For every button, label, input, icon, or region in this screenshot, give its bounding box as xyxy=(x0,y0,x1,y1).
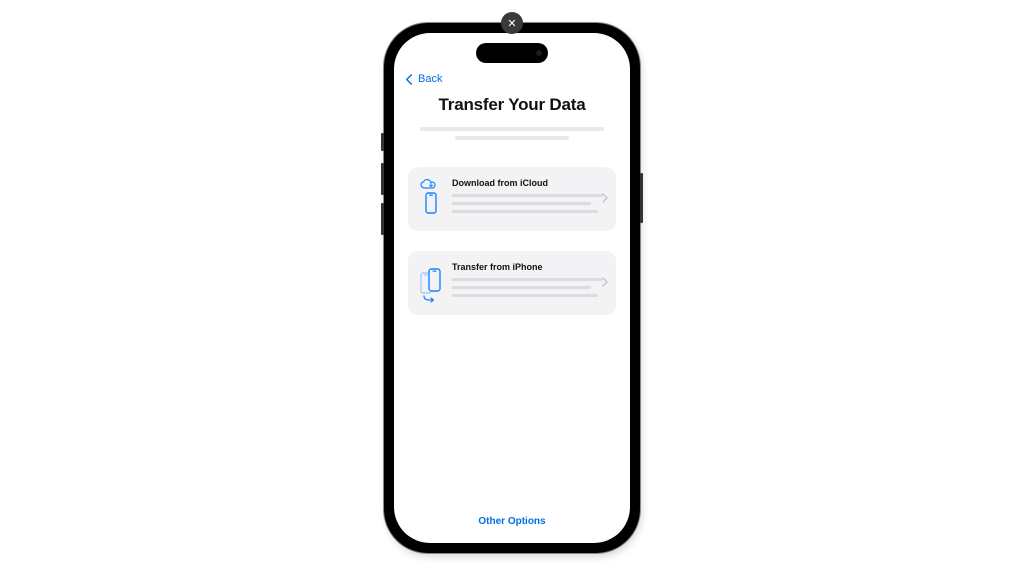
page-title: Transfer Your Data xyxy=(408,95,616,115)
side-button xyxy=(381,133,384,151)
text-placeholder xyxy=(452,286,591,289)
phone-frame: ✕ Back Transfer Your Data xyxy=(384,23,640,553)
chevron-left-icon xyxy=(404,74,415,85)
text-placeholder xyxy=(452,210,598,213)
text-placeholder xyxy=(452,202,591,205)
option-download-icloud[interactable]: Download from iCloud xyxy=(408,167,616,231)
close-button[interactable]: ✕ xyxy=(501,12,523,34)
phone-screen: Back Transfer Your Data xyxy=(394,33,630,543)
back-button[interactable]: Back xyxy=(404,73,616,85)
chevron-right-icon xyxy=(602,190,608,208)
camera-icon xyxy=(536,50,542,56)
option-transfer-iphone[interactable]: Transfer from iPhone xyxy=(408,251,616,315)
other-options-link[interactable]: Other Options xyxy=(408,516,616,543)
text-placeholder xyxy=(452,278,603,281)
option-label: Transfer from iPhone xyxy=(452,262,606,272)
close-icon: ✕ xyxy=(507,17,516,30)
subtitle-placeholder xyxy=(420,127,603,131)
subtitle-placeholder xyxy=(455,136,569,140)
content-area: Back Transfer Your Data xyxy=(394,33,630,543)
side-button xyxy=(381,163,384,195)
options-list: Download from iCloud xyxy=(408,167,616,315)
side-button xyxy=(381,203,384,235)
dynamic-island xyxy=(476,43,548,63)
option-body: Download from iCloud xyxy=(452,177,606,218)
option-body: Transfer from iPhone xyxy=(452,261,606,302)
text-placeholder xyxy=(452,194,603,197)
side-button xyxy=(640,173,643,223)
text-placeholder xyxy=(452,294,598,297)
chevron-right-icon xyxy=(602,274,608,292)
back-label: Back xyxy=(418,73,442,85)
cloud-phone-icon xyxy=(418,179,444,219)
option-label: Download from iCloud xyxy=(452,178,606,188)
phone-transfer-icon xyxy=(418,263,444,303)
